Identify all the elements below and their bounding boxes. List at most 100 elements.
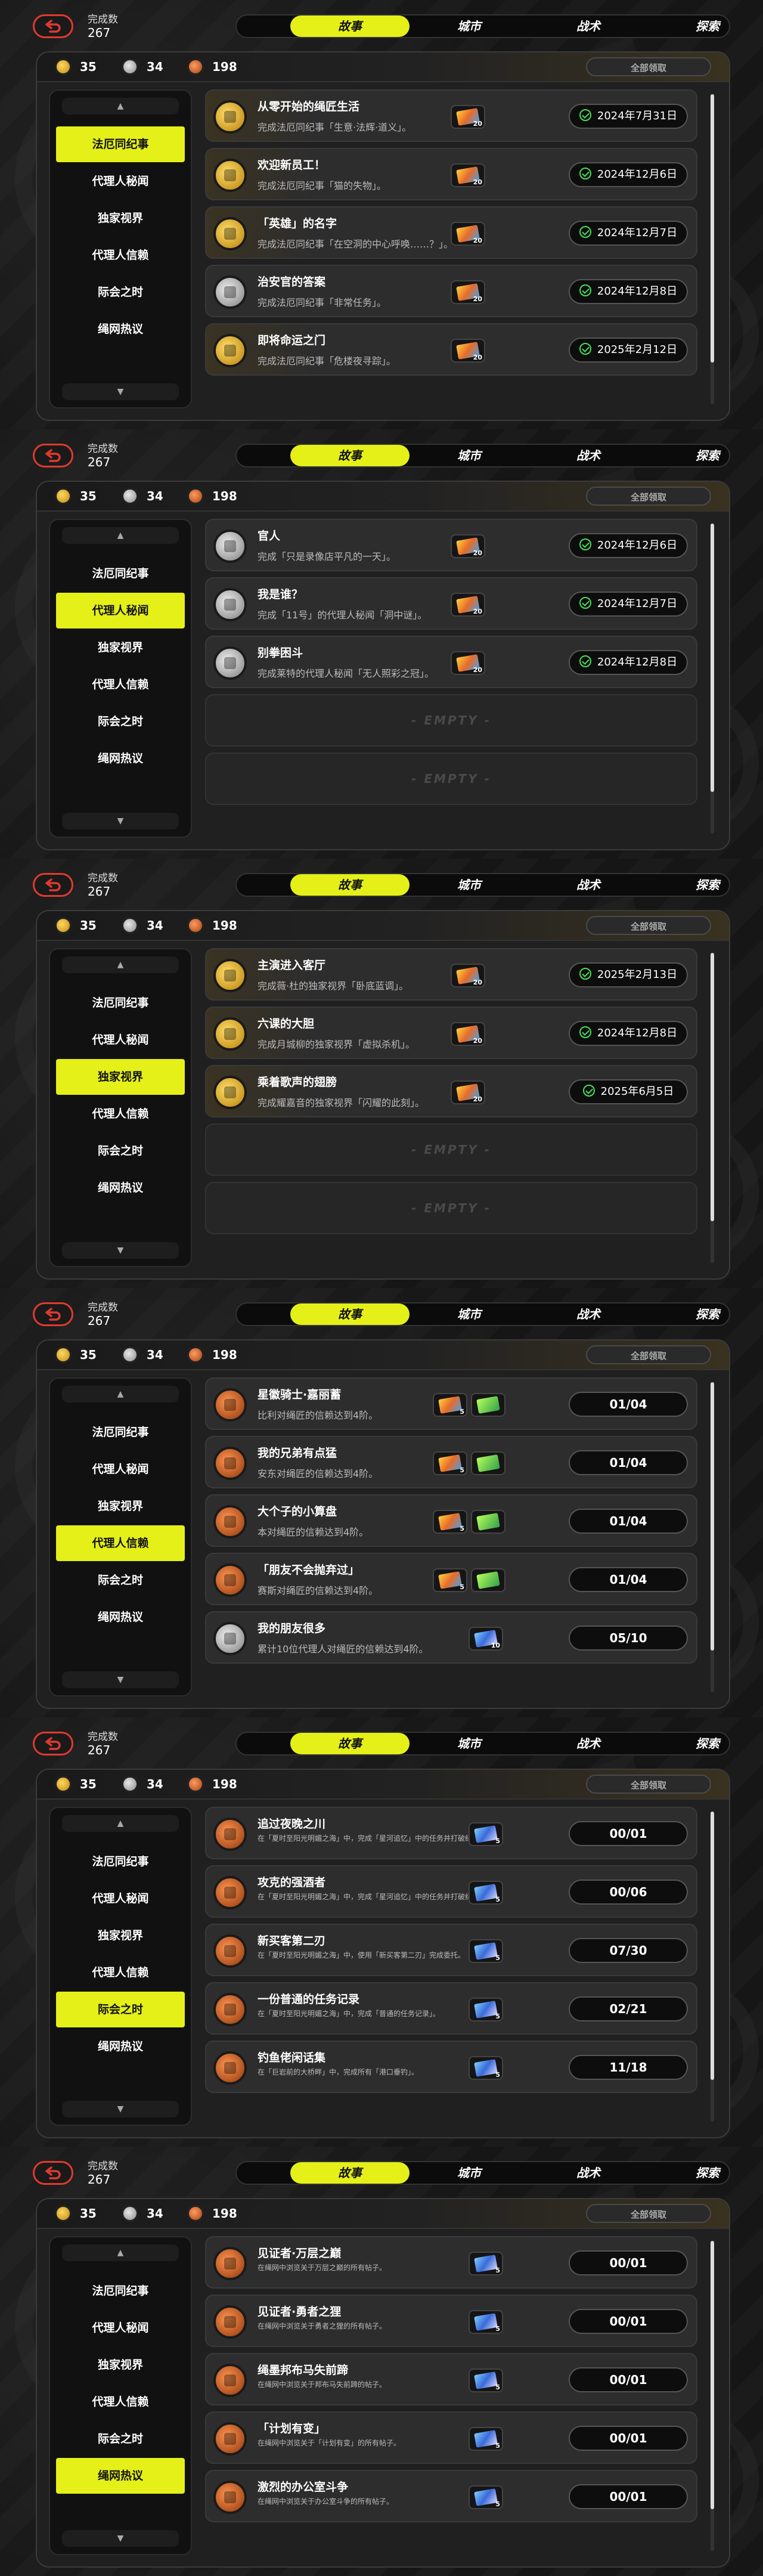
tab-story[interactable]: 故事 <box>290 1733 410 1754</box>
achievement-card[interactable]: 从零开始的绳匠生活 完成法厄同纪事「生意·法辉·道义」。 20 2024年7月31日 <box>205 89 697 142</box>
sidebar-item-5[interactable]: 绳网热议 <box>56 1170 185 1206</box>
back-button[interactable] <box>33 444 73 467</box>
sidebar-scroll-down[interactable]: ▼ <box>62 813 179 829</box>
sidebar-scroll-down[interactable]: ▼ <box>62 2530 179 2547</box>
achievement-card[interactable]: 绳墨邦布马失前蹄 在绳网中浏览关于邦布马失前蹄的帖子。 5 00/01 <box>205 2353 697 2405</box>
list-scrollbar[interactable] <box>711 1812 714 2122</box>
sidebar-scroll-up[interactable]: ▲ <box>62 2244 179 2261</box>
tab-explore[interactable]: 探索 <box>648 874 763 896</box>
tab-city[interactable]: 城市 <box>410 874 529 896</box>
scrollbar-thumb[interactable] <box>711 524 714 792</box>
tab-explore[interactable]: 探索 <box>648 1733 763 1754</box>
list-scrollbar[interactable] <box>711 953 714 1263</box>
claim-all-button[interactable]: 全部领取 <box>586 1775 711 1794</box>
sidebar-item-4[interactable]: 际会之时 <box>56 274 185 310</box>
tab-city[interactable]: 城市 <box>410 445 529 466</box>
tab-tactics[interactable]: 战术 <box>529 445 648 466</box>
sidebar-scroll-up[interactable]: ▲ <box>62 1386 179 1402</box>
sidebar-item-3[interactable]: 代理人信赖 <box>56 2384 185 2420</box>
sidebar-item-4[interactable]: 际会之时 <box>56 1133 185 1169</box>
sidebar-item-2[interactable]: 独家视界 <box>56 1918 185 1953</box>
achievement-card[interactable]: 官人 完成「只是录像店平凡的一天」。 20 2024年12月6日 <box>205 519 697 571</box>
tab-city[interactable]: 城市 <box>410 1304 529 1325</box>
tab-tactics[interactable]: 战术 <box>529 2162 648 2184</box>
back-button[interactable] <box>33 873 73 897</box>
back-button[interactable] <box>33 14 73 38</box>
achievement-card[interactable]: 我是谁？ 完成「11号」的代理人秘闻「洞中谜」。 20 2024年12月7日 <box>205 577 697 630</box>
sidebar-item-5[interactable]: 绳网热议 <box>56 741 185 776</box>
sidebar-item-3[interactable]: 代理人信赖 <box>56 667 185 702</box>
list-scrollbar[interactable] <box>711 1382 714 1692</box>
sidebar-item-3[interactable]: 代理人信赖 <box>56 237 185 273</box>
sidebar-item-3[interactable]: 代理人信赖 <box>56 1955 185 1990</box>
claim-all-button[interactable]: 全部领取 <box>586 2204 711 2223</box>
scrollbar-thumb[interactable] <box>711 2241 714 2509</box>
sidebar-item-4[interactable]: 际会之时 <box>56 2421 185 2457</box>
sidebar-scroll-down[interactable]: ▼ <box>62 2101 179 2117</box>
achievement-card[interactable]: 「英雄」的名字 完成法厄同纪事「在空洞的中心呼唤……？」。 20 2024年12月7日 <box>205 206 697 259</box>
sidebar-item-0[interactable]: 法厄同纪事 <box>56 556 185 592</box>
sidebar-item-2[interactable]: 独家视界 <box>56 2347 185 2383</box>
achievement-card[interactable]: 「计划有变」 在绳网中浏览关于「计划有变」的所有帖子。 5 00/01 <box>205 2411 697 2464</box>
sidebar-scroll-up[interactable]: ▲ <box>62 527 179 544</box>
claim-all-button[interactable]: 全部领取 <box>586 916 711 935</box>
sidebar-item-4[interactable]: 际会之时 <box>56 1992 185 2027</box>
sidebar-item-2[interactable]: 独家视界 <box>56 200 185 236</box>
sidebar-item-5[interactable]: 绳网热议 <box>56 2029 185 2064</box>
sidebar-item-1[interactable]: 代理人秘闻 <box>56 2310 185 2346</box>
sidebar-item-5[interactable]: 绳网热议 <box>56 2458 185 2494</box>
list-scrollbar[interactable] <box>711 524 714 834</box>
achievement-card[interactable]: 我的朋友很多 累计10位代理人对绳匠的信赖达到4阶。 10 05/10 <box>205 1611 697 1664</box>
tab-story[interactable]: 故事 <box>290 2162 410 2184</box>
sidebar-scroll-up[interactable]: ▲ <box>62 956 179 973</box>
achievement-card[interactable]: 别拳困斗 完成莱特的代理人秘闻「无人照彩之冠」。 20 2024年12月8日 <box>205 636 697 688</box>
achievement-card[interactable]: 我的兄弟有点猛 安东对绳匠的信赖达到4阶。 5 01/04 <box>205 1436 697 1488</box>
achievement-card[interactable]: 六课的大胆 完成月城柳的独家视界「虚拟杀机」。 20 2024年12月8日 <box>205 1007 697 1059</box>
scrollbar-thumb[interactable] <box>711 94 714 363</box>
sidebar-item-2[interactable]: 独家视界 <box>56 1488 185 1524</box>
achievement-card[interactable]: 见证者·勇者之狸 在绳网中浏览关于勇者之狸的所有帖子。 5 00/01 <box>205 2295 697 2347</box>
achievement-card[interactable]: 乘着歌声的翅膀 完成耀嘉音的独家视界「闪耀的此刻」。 20 2025年6月5日 <box>205 1065 697 1117</box>
sidebar-item-1[interactable]: 代理人秘闻 <box>56 593 185 628</box>
tab-story[interactable]: 故事 <box>290 16 410 37</box>
achievement-card[interactable]: 大个子的小算盘 本对绳匠的信赖达到4阶。 5 01/04 <box>205 1494 697 1547</box>
tab-tactics[interactable]: 战术 <box>529 874 648 896</box>
achievement-card[interactable]: 一份普通的任务记录 在「夏时至阳光明媚之海」中，完成「普通的任务记录」。 5 02/2… <box>205 1982 697 2035</box>
achievement-card[interactable]: 主演进入客厅 完成薇·杜的独家视界「卧底蓝调」。 20 2025年2月13日 <box>205 948 697 1001</box>
tab-city[interactable]: 城市 <box>410 2162 529 2184</box>
achievement-card[interactable]: 即将命运之门 完成法厄同纪事「危楼夜寻踪」。 20 2025年2月12日 <box>205 323 697 376</box>
sidebar-scroll-up[interactable]: ▲ <box>62 1815 179 1832</box>
sidebar-item-0[interactable]: 法厄同纪事 <box>56 126 185 162</box>
list-scrollbar[interactable] <box>711 2241 714 2551</box>
tab-explore[interactable]: 探索 <box>648 445 763 466</box>
achievement-card[interactable]: 欢迎新员工！ 完成法厄同纪事「猫的失物」。 20 2024年12月6日 <box>205 148 697 200</box>
tab-tactics[interactable]: 战术 <box>529 16 648 37</box>
tab-story[interactable]: 故事 <box>290 874 410 896</box>
sidebar-item-0[interactable]: 法厄同纪事 <box>56 985 185 1021</box>
tab-tactics[interactable]: 战术 <box>529 1733 648 1754</box>
sidebar-scroll-up[interactable]: ▲ <box>62 98 179 114</box>
sidebar-scroll-down[interactable]: ▼ <box>62 1671 179 1688</box>
claim-all-button[interactable]: 全部领取 <box>586 57 711 76</box>
tab-city[interactable]: 城市 <box>410 1733 529 1754</box>
achievement-card[interactable]: 见证者·万层之巅 在绳网中浏览关于万层之巅的所有帖子。 5 00/01 <box>205 2236 697 2289</box>
back-button[interactable] <box>33 2161 73 2185</box>
achievement-card[interactable]: 新买客第二刃 在「夏时至阳光明媚之海」中，使用「新买客第二刃」完成委托。 5 07/3… <box>205 1924 697 1976</box>
tab-explore[interactable]: 探索 <box>648 1304 763 1325</box>
scrollbar-thumb[interactable] <box>711 953 714 1221</box>
achievement-card[interactable]: 治安官的答案 完成法厄同纪事「非常任务」。 20 2024年12月8日 <box>205 265 697 317</box>
back-button[interactable] <box>33 1302 73 1326</box>
scrollbar-thumb[interactable] <box>711 1812 714 2080</box>
list-scrollbar[interactable] <box>711 94 714 404</box>
sidebar-item-0[interactable]: 法厄同纪事 <box>56 2273 185 2309</box>
sidebar-item-4[interactable]: 际会之时 <box>56 1562 185 1598</box>
tab-explore[interactable]: 探索 <box>648 16 763 37</box>
tab-story[interactable]: 故事 <box>290 1304 410 1325</box>
sidebar-item-3[interactable]: 代理人信赖 <box>56 1096 185 1132</box>
sidebar-scroll-down[interactable]: ▼ <box>62 1242 179 1259</box>
sidebar-item-4[interactable]: 际会之时 <box>56 704 185 739</box>
sidebar-item-1[interactable]: 代理人秘闻 <box>56 1451 185 1487</box>
achievement-card[interactable]: 「朋友不会抛弃过」 赛斯对绳匠的信赖达到4阶。 5 01/04 <box>205 1553 697 1605</box>
sidebar-item-2[interactable]: 独家视界 <box>56 1059 185 1095</box>
claim-all-button[interactable]: 全部领取 <box>586 487 711 506</box>
